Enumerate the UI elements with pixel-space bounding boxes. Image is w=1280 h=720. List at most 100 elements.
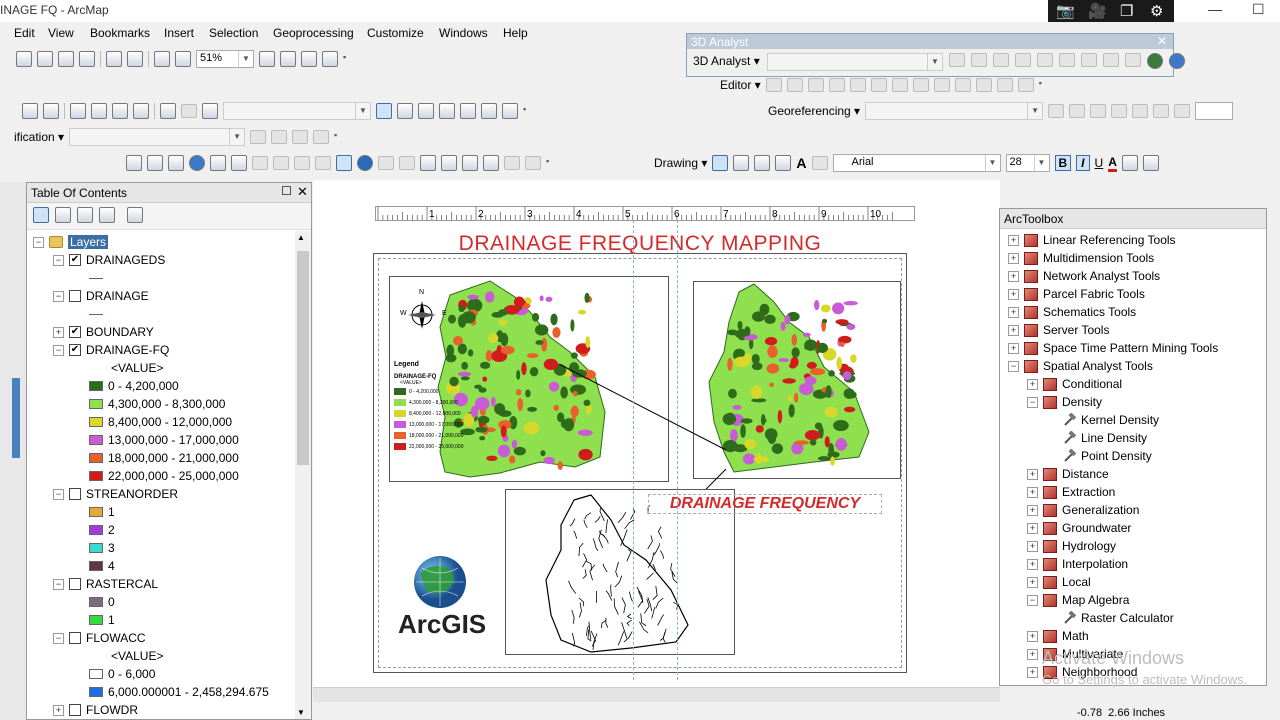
trace-icon[interactable] xyxy=(828,78,845,92)
edit-vertices-icon[interactable] xyxy=(870,78,887,92)
expand-icon[interactable]: + xyxy=(1008,342,1019,354)
toolbox-item[interactable]: + Space Time Pattern Mining Tools xyxy=(1008,339,1218,357)
layer-visibility-checkbox[interactable] xyxy=(69,578,81,590)
profile-graph-icon[interactable] xyxy=(1103,53,1119,67)
menu-insert[interactable]: Insert xyxy=(164,26,194,40)
expand-icon[interactable]: + xyxy=(1008,324,1019,336)
arcscene-icon[interactable] xyxy=(1147,53,1163,69)
expand-icon[interactable]: + xyxy=(53,326,64,338)
legend-class[interactable]: 4,300,000 - 8,300,000 xyxy=(89,395,225,413)
view-link-table-icon[interactable] xyxy=(1132,104,1149,118)
toolbar-grip-icon[interactable]: ▪ xyxy=(334,130,340,144)
georef-extra-combo[interactable] xyxy=(1195,102,1234,120)
underline-button[interactable]: U xyxy=(1095,156,1104,170)
color-swatch[interactable] xyxy=(89,381,103,391)
pan-icon[interactable] xyxy=(168,155,184,171)
legend-class[interactable]: 0 - 6,000 xyxy=(89,665,155,683)
collapse-icon[interactable]: − xyxy=(53,578,64,590)
chevron-down-icon[interactable] xyxy=(1125,53,1141,67)
expand-icon[interactable]: + xyxy=(1027,558,1038,570)
search-window-icon[interactable] xyxy=(439,103,455,119)
interpolate-line-icon[interactable] xyxy=(1059,53,1075,67)
layout-view[interactable]: 1 2 3 4 5 6 7 8 9 10 DRAINAGE FREQUENCY MAPPING N… xyxy=(313,180,1000,720)
menu-bookmarks[interactable]: Bookmarks xyxy=(90,26,150,40)
toolbox-item[interactable]: + Extraction xyxy=(1027,483,1115,501)
toolbox-item[interactable]: + Groundwater xyxy=(1027,519,1131,537)
update-display-icon[interactable] xyxy=(1174,104,1191,118)
toolbar-grip-icon[interactable]: ▪ xyxy=(546,156,552,170)
toolbox-item[interactable]: + Distance xyxy=(1027,465,1109,483)
go-forward-icon[interactable] xyxy=(273,156,289,170)
zoom-combo[interactable]: 51% ▼ xyxy=(196,50,254,68)
color-swatch[interactable] xyxy=(89,615,103,625)
toc-scrollbar[interactable]: ▲ ▼ xyxy=(295,231,311,719)
toolbar-grip-icon[interactable]: ▪ xyxy=(523,104,529,118)
toolbox-item[interactable]: + Network Analyst Tools xyxy=(1008,267,1160,285)
expand-icon[interactable]: + xyxy=(1027,630,1038,642)
line-symbol[interactable] xyxy=(89,305,103,323)
auto-adjust-icon[interactable] xyxy=(1153,104,1170,118)
toc-layer-flowdr[interactable]: + FLOWDR xyxy=(53,701,138,719)
legend-class[interactable]: 4 xyxy=(89,557,115,575)
identify-icon[interactable] xyxy=(357,155,373,171)
font-color-button[interactable]: A xyxy=(1108,155,1117,172)
back-extent-icon[interactable] xyxy=(154,51,170,67)
legend-class[interactable]: 13,000,000 - 17,000,000 xyxy=(89,431,239,449)
line-symbol[interactable] xyxy=(89,269,103,287)
copy-icon[interactable] xyxy=(91,103,107,119)
point-tool-icon[interactable] xyxy=(849,78,866,92)
expand-icon[interactable]: + xyxy=(1027,468,1038,480)
fixed-zoom-in-icon[interactable] xyxy=(16,51,32,67)
toolbox-item[interactable]: − Map Algebra xyxy=(1027,591,1129,609)
legend-class[interactable]: 18,000,000 - 21,000,000 xyxy=(89,449,239,467)
toc-layer-boundary[interactable]: + ✔ BOUNDARY xyxy=(53,323,154,341)
redo-icon[interactable] xyxy=(181,104,197,118)
cut-polygons-icon[interactable] xyxy=(912,78,929,92)
interpolate-point-icon[interactable] xyxy=(1037,53,1053,67)
print-icon[interactable] xyxy=(43,103,59,119)
classification-combo[interactable]: ▼ xyxy=(69,128,246,146)
legend-class[interactable]: 2 xyxy=(89,521,115,539)
color-swatch[interactable] xyxy=(89,561,103,571)
expand-icon[interactable]: + xyxy=(1027,648,1038,660)
toolbox-item[interactable]: − Spatial Analyst Tools xyxy=(1008,357,1153,375)
add-control-points-icon[interactable] xyxy=(1048,104,1065,118)
menu-view[interactable]: View xyxy=(48,26,74,40)
zoom-whole-page-icon[interactable] xyxy=(106,51,122,67)
time-slider-icon[interactable] xyxy=(504,156,520,170)
layer-visibility-checkbox[interactable]: ✔ xyxy=(69,254,81,266)
line-of-sight-icon[interactable] xyxy=(993,53,1009,67)
color-swatch[interactable] xyxy=(89,669,103,679)
toolbox-item[interactable]: + Parcel Fabric Tools xyxy=(1008,285,1145,303)
toc-layer-drainage[interactable]: − DRAINAGE xyxy=(53,287,149,305)
expand-icon[interactable]: + xyxy=(1008,234,1019,246)
italic-button[interactable]: I xyxy=(1076,155,1090,171)
toolbox-item[interactable]: + Math xyxy=(1027,627,1089,645)
data-driven-pages-icon[interactable] xyxy=(322,51,338,67)
clear-selection-icon[interactable] xyxy=(315,156,331,170)
toc-layer-flowacc[interactable]: − FLOWACC xyxy=(53,629,146,647)
legend-class[interactable]: 0 xyxy=(89,593,115,611)
layout-subtitle[interactable]: DRAINAGE FREQUENCY xyxy=(648,494,882,514)
arcglobe-icon[interactable] xyxy=(1169,53,1185,69)
select-pointer-icon[interactable] xyxy=(712,155,729,171)
fixed-zoom-in-2-icon[interactable] xyxy=(210,155,226,171)
text-tool-icon[interactable]: A xyxy=(796,155,806,171)
toolbox-item[interactable]: + Generalization xyxy=(1027,501,1139,519)
menu-help[interactable]: Help xyxy=(503,26,528,40)
arctoolbox-icon[interactable] xyxy=(460,103,476,119)
endpoint-arc-icon[interactable] xyxy=(807,78,824,92)
new-curve-icon[interactable] xyxy=(775,155,792,171)
chevron-down-icon[interactable] xyxy=(292,130,309,144)
color-swatch[interactable] xyxy=(89,597,103,607)
toolbox-item[interactable]: + Server Tools xyxy=(1008,321,1109,339)
fixed-zoom-out-2-icon[interactable] xyxy=(231,155,247,171)
video-icon[interactable]: 🎥 xyxy=(1088,2,1107,20)
contour-icon[interactable] xyxy=(949,53,965,67)
layout-scrollbar[interactable] xyxy=(313,687,1000,702)
go-to-xy-icon[interactable] xyxy=(483,155,499,171)
select-elements-icon[interactable] xyxy=(336,155,352,171)
zoom-out-icon[interactable] xyxy=(147,155,163,171)
georeferencing-dropdown[interactable]: Georeferencing ▾ xyxy=(768,104,860,118)
save-icon[interactable] xyxy=(22,103,38,119)
